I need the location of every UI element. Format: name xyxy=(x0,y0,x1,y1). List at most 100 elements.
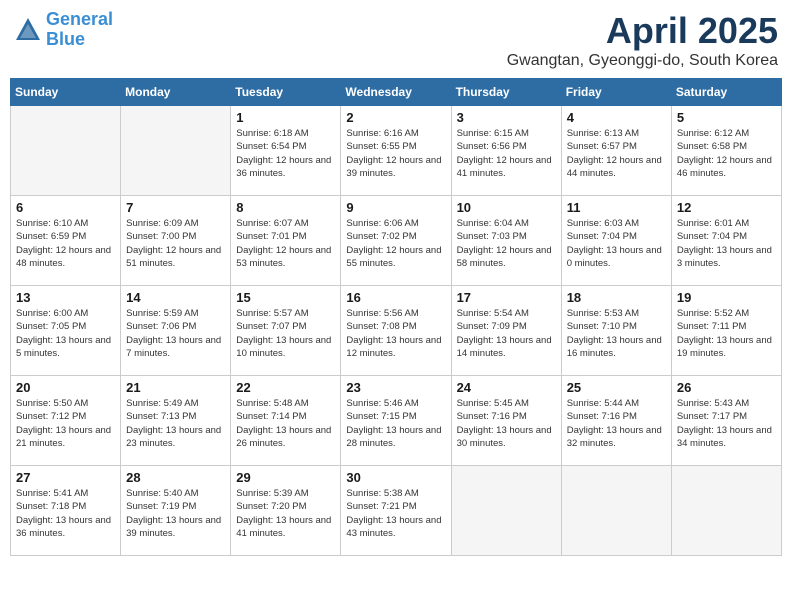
weekday-header-monday: Monday xyxy=(121,79,231,106)
day-info: Sunrise: 6:00 AMSunset: 7:05 PMDaylight:… xyxy=(16,307,115,360)
day-info: Sunrise: 5:52 AMSunset: 7:11 PMDaylight:… xyxy=(677,307,776,360)
day-info: Sunrise: 5:41 AMSunset: 7:18 PMDaylight:… xyxy=(16,487,115,540)
calendar-cell: 10 Sunrise: 6:04 AMSunset: 7:03 PMDayligh… xyxy=(451,196,561,286)
day-info: Sunrise: 6:10 AMSunset: 6:59 PMDaylight:… xyxy=(16,217,115,270)
weekday-header-tuesday: Tuesday xyxy=(231,79,341,106)
day-number: 6 xyxy=(16,200,115,215)
day-number: 8 xyxy=(236,200,335,215)
day-info: Sunrise: 5:44 AMSunset: 7:16 PMDaylight:… xyxy=(567,397,666,450)
day-info: Sunrise: 6:18 AMSunset: 6:54 PMDaylight:… xyxy=(236,127,335,180)
day-info: Sunrise: 6:12 AMSunset: 6:58 PMDaylight:… xyxy=(677,127,776,180)
day-number: 14 xyxy=(126,290,225,305)
day-number: 21 xyxy=(126,380,225,395)
day-number: 12 xyxy=(677,200,776,215)
day-number: 5 xyxy=(677,110,776,125)
page-header: General Blue April 2025 Gwangtan, Gyeong… xyxy=(10,10,782,70)
day-number: 3 xyxy=(457,110,556,125)
day-info: Sunrise: 6:04 AMSunset: 7:03 PMDaylight:… xyxy=(457,217,556,270)
calendar-cell xyxy=(11,106,121,196)
day-info: Sunrise: 5:40 AMSunset: 7:19 PMDaylight:… xyxy=(126,487,225,540)
calendar-cell: 4 Sunrise: 6:13 AMSunset: 6:57 PMDaylight… xyxy=(561,106,671,196)
day-info: Sunrise: 5:56 AMSunset: 7:08 PMDaylight:… xyxy=(346,307,445,360)
calendar-cell: 17 Sunrise: 5:54 AMSunset: 7:09 PMDayligh… xyxy=(451,286,561,376)
calendar-week-row: 27Sunrise: 5:41 AMSunset: 7:18 PMDayligh… xyxy=(11,466,782,556)
day-info: Sunrise: 5:59 AMSunset: 7:06 PMDaylight:… xyxy=(126,307,225,360)
calendar-cell: 13 Sunrise: 6:00 AMSunset: 7:05 PMDayligh… xyxy=(11,286,121,376)
day-number: 9 xyxy=(346,200,445,215)
day-info: Sunrise: 6:06 AMSunset: 7:02 PMDaylight:… xyxy=(346,217,445,270)
calendar-cell xyxy=(451,466,561,556)
calendar-week-row: 20 Sunrise: 5:50 AMSunset: 7:12 PMDayligh… xyxy=(11,376,782,466)
day-number: 10 xyxy=(457,200,556,215)
day-number: 20 xyxy=(16,380,115,395)
weekday-header-sunday: Sunday xyxy=(11,79,121,106)
day-number: 2 xyxy=(346,110,445,125)
day-number: 30 xyxy=(346,470,445,485)
day-info: Sunrise: 5:50 AMSunset: 7:12 PMDaylight:… xyxy=(16,397,115,450)
calendar-cell: 12 Sunrise: 6:01 AMSunset: 7:04 PMDayligh… xyxy=(671,196,781,286)
calendar-cell: 29Sunrise: 5:39 AMSunset: 7:20 PMDayligh… xyxy=(231,466,341,556)
calendar-cell: 1Sunrise: 6:18 AMSunset: 6:54 PMDaylight… xyxy=(231,106,341,196)
day-info: Sunrise: 5:57 AMSunset: 7:07 PMDaylight:… xyxy=(236,307,335,360)
logo-text: General Blue xyxy=(46,10,113,50)
calendar-cell: 20 Sunrise: 5:50 AMSunset: 7:12 PMDayligh… xyxy=(11,376,121,466)
day-info: Sunrise: 5:38 AMSunset: 7:21 PMDaylight:… xyxy=(346,487,445,540)
calendar-week-row: 1Sunrise: 6:18 AMSunset: 6:54 PMDaylight… xyxy=(11,106,782,196)
month-title: April 2025 xyxy=(507,10,778,52)
calendar-cell: 28Sunrise: 5:40 AMSunset: 7:19 PMDayligh… xyxy=(121,466,231,556)
calendar-cell: 24Sunrise: 5:45 AMSunset: 7:16 PMDayligh… xyxy=(451,376,561,466)
day-number: 18 xyxy=(567,290,666,305)
day-number: 19 xyxy=(677,290,776,305)
calendar-week-row: 6 Sunrise: 6:10 AMSunset: 6:59 PMDaylight… xyxy=(11,196,782,286)
calendar-cell: 9 Sunrise: 6:06 AMSunset: 7:02 PMDaylight… xyxy=(341,196,451,286)
day-number: 25 xyxy=(567,380,666,395)
day-number: 26 xyxy=(677,380,776,395)
calendar-cell: 3 Sunrise: 6:15 AMSunset: 6:56 PMDaylight… xyxy=(451,106,561,196)
calendar-table: SundayMondayTuesdayWednesdayThursdayFrid… xyxy=(10,78,782,556)
calendar-cell: 21 Sunrise: 5:49 AMSunset: 7:13 PMDayligh… xyxy=(121,376,231,466)
calendar-cell xyxy=(561,466,671,556)
day-info: Sunrise: 6:03 AMSunset: 7:04 PMDaylight:… xyxy=(567,217,666,270)
day-info: Sunrise: 6:01 AMSunset: 7:04 PMDaylight:… xyxy=(677,217,776,270)
calendar-cell: 26 Sunrise: 5:43 AMSunset: 7:17 PMDayligh… xyxy=(671,376,781,466)
calendar-cell xyxy=(121,106,231,196)
day-number: 23 xyxy=(346,380,445,395)
day-number: 11 xyxy=(567,200,666,215)
calendar-cell xyxy=(671,466,781,556)
calendar-cell: 11 Sunrise: 6:03 AMSunset: 7:04 PMDayligh… xyxy=(561,196,671,286)
calendar-cell: 16Sunrise: 5:56 AMSunset: 7:08 PMDayligh… xyxy=(341,286,451,376)
day-number: 15 xyxy=(236,290,335,305)
day-number: 7 xyxy=(126,200,225,215)
day-info: Sunrise: 5:49 AMSunset: 7:13 PMDaylight:… xyxy=(126,397,225,450)
day-info: Sunrise: 5:48 AMSunset: 7:14 PMDaylight:… xyxy=(236,397,335,450)
weekday-header-saturday: Saturday xyxy=(671,79,781,106)
calendar-cell: 19 Sunrise: 5:52 AMSunset: 7:11 PMDayligh… xyxy=(671,286,781,376)
day-info: Sunrise: 5:45 AMSunset: 7:16 PMDaylight:… xyxy=(457,397,556,450)
day-number: 13 xyxy=(16,290,115,305)
calendar-cell: 2 Sunrise: 6:16 AMSunset: 6:55 PMDaylight… xyxy=(341,106,451,196)
day-number: 22 xyxy=(236,380,335,395)
weekday-header-friday: Friday xyxy=(561,79,671,106)
day-info: Sunrise: 6:07 AMSunset: 7:01 PMDaylight:… xyxy=(236,217,335,270)
calendar-cell: 27Sunrise: 5:41 AMSunset: 7:18 PMDayligh… xyxy=(11,466,121,556)
weekday-header-wednesday: Wednesday xyxy=(341,79,451,106)
day-info: Sunrise: 6:15 AMSunset: 6:56 PMDaylight:… xyxy=(457,127,556,180)
day-number: 17 xyxy=(457,290,556,305)
calendar-week-row: 13 Sunrise: 6:00 AMSunset: 7:05 PMDayligh… xyxy=(11,286,782,376)
calendar-header-row: SundayMondayTuesdayWednesdayThursdayFrid… xyxy=(11,79,782,106)
day-info: Sunrise: 6:13 AMSunset: 6:57 PMDaylight:… xyxy=(567,127,666,180)
calendar-cell: 22 Sunrise: 5:48 AMSunset: 7:14 PMDayligh… xyxy=(231,376,341,466)
logo-icon xyxy=(14,16,42,44)
day-info: Sunrise: 5:43 AMSunset: 7:17 PMDaylight:… xyxy=(677,397,776,450)
calendar-cell: 8 Sunrise: 6:07 AMSunset: 7:01 PMDaylight… xyxy=(231,196,341,286)
day-info: Sunrise: 5:46 AMSunset: 7:15 PMDaylight:… xyxy=(346,397,445,450)
day-number: 4 xyxy=(567,110,666,125)
calendar-cell: 6 Sunrise: 6:10 AMSunset: 6:59 PMDaylight… xyxy=(11,196,121,286)
day-info: Sunrise: 6:16 AMSunset: 6:55 PMDaylight:… xyxy=(346,127,445,180)
day-info: Sunrise: 5:54 AMSunset: 7:09 PMDaylight:… xyxy=(457,307,556,360)
calendar-cell: 15 Sunrise: 5:57 AMSunset: 7:07 PMDayligh… xyxy=(231,286,341,376)
calendar-cell: 7Sunrise: 6:09 AMSunset: 7:00 PMDaylight… xyxy=(121,196,231,286)
calendar-cell: 5 Sunrise: 6:12 AMSunset: 6:58 PMDaylight… xyxy=(671,106,781,196)
calendar-cell: 23 Sunrise: 5:46 AMSunset: 7:15 PMDayligh… xyxy=(341,376,451,466)
calendar-cell: 30 Sunrise: 5:38 AMSunset: 7:21 PMDayligh… xyxy=(341,466,451,556)
